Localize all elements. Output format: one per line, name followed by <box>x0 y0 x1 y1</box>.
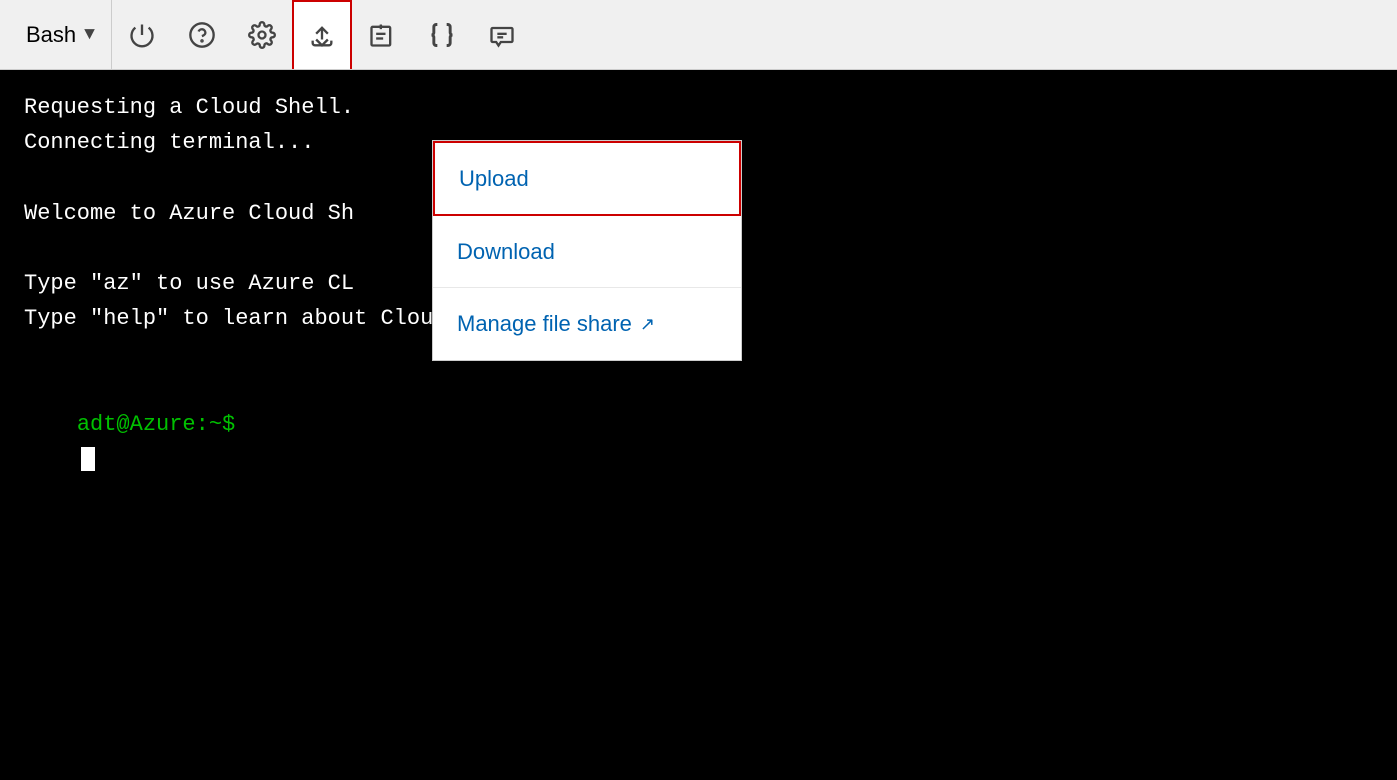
braces-icon <box>428 21 456 49</box>
manage-file-share-label: Manage file share <box>457 306 632 341</box>
upload-label: Upload <box>459 161 529 196</box>
shell-selector[interactable]: Bash ▼ <box>10 0 112 69</box>
shell-label: Bash <box>26 22 76 48</box>
external-link-icon: ↗ <box>640 310 655 339</box>
power-button[interactable] <box>112 0 172 69</box>
code-button[interactable] <box>412 0 472 69</box>
gear-icon <box>248 21 276 49</box>
upload-download-menu: Upload Download Manage file share ↗ <box>432 140 742 361</box>
settings-button[interactable] <box>232 0 292 69</box>
terminal-prompt-line: adt@Azure:~$ <box>24 372 1373 513</box>
chevron-down-icon: ▼ <box>84 25 95 45</box>
annotate-icon <box>488 21 516 49</box>
terminal-cursor <box>81 447 95 471</box>
terminal-prompt: adt@Azure:~$ <box>77 412 235 437</box>
upload-download-icon <box>308 22 336 50</box>
annotate-button[interactable] <box>472 0 532 69</box>
upload-menu-item[interactable]: Upload <box>433 141 741 216</box>
help-button[interactable] <box>172 0 232 69</box>
download-menu-item[interactable]: Download <box>433 216 741 288</box>
question-icon <box>188 21 216 49</box>
toolbar-icons <box>112 0 532 69</box>
terminal-line-1: Requesting a Cloud Shell. <box>24 90 1373 125</box>
manage-file-share-menu-item[interactable]: Manage file share ↗ <box>433 288 741 359</box>
power-icon <box>128 21 156 49</box>
toolbar: Bash ▼ <box>0 0 1397 70</box>
download-label: Download <box>457 234 555 269</box>
upload-download-button[interactable] <box>292 0 352 69</box>
terminal: Requesting a Cloud Shell. Connecting ter… <box>0 70 1397 780</box>
new-tab-icon <box>368 21 396 49</box>
new-tab-button[interactable] <box>352 0 412 69</box>
